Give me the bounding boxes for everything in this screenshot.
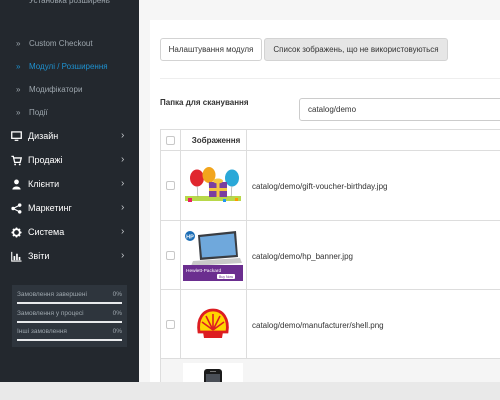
chevron-right-icon: › [121, 178, 125, 189]
image-path: catalog/demo/hp_banner.jpg [252, 252, 353, 261]
sidebar-item-customers[interactable]: Клієнти › [0, 172, 139, 196]
cog-icon [11, 227, 22, 238]
table-header: Зображення [161, 130, 500, 151]
stat-progress-bar [17, 321, 122, 323]
stat-value: 0% [112, 310, 122, 317]
stat-label: Інші замовлення [17, 328, 67, 335]
row-checkbox[interactable] [166, 251, 175, 260]
chevron-right-icon: › [121, 202, 125, 213]
sidebar-subitem-events[interactable]: » Події [0, 101, 139, 124]
sidebar-subitem-modifications[interactable]: » Модифікатори [0, 78, 139, 101]
bottom-scroll-bar [0, 382, 500, 400]
chevron-right-icon: » [16, 39, 21, 48]
content-gutter [139, 0, 150, 382]
chevron-right-icon: » [16, 62, 21, 71]
chevron-right-icon: › [121, 250, 125, 261]
share-icon [11, 203, 22, 214]
user-icon [12, 179, 21, 190]
sidebar-item-label: Клієнти [28, 179, 60, 189]
chevron-right-icon: › [121, 130, 125, 141]
sidebar-item-design[interactable]: Дизайн › [0, 124, 139, 148]
hp-brand-text: Hewlett-Packard [186, 268, 222, 274]
gift-voucher-thumbnail [183, 164, 243, 208]
tab-unused-images[interactable]: Список зображень, що не використовуються [264, 38, 448, 61]
order-stats-panel: Замовлення завершені 0% Замовлення у про… [12, 285, 127, 347]
sidebar-subitem-installer[interactable]: Установка розширень [0, 0, 139, 23]
hp-logo-text: HP [186, 234, 194, 240]
column-header-image: Зображення [191, 136, 241, 145]
sidebar-item-sales[interactable]: Продажі › [0, 148, 139, 172]
sidebar-item-system[interactable]: Система › [0, 220, 139, 244]
unused-images-table: Зображення catalog/demo/gift-voucher-bir [160, 129, 500, 400]
sidebar-item-reports[interactable]: Звіти › [0, 244, 139, 268]
table-row: HP Hewlett-Packard Buy Now catalog/demo/… [161, 221, 500, 290]
table-row: catalog/demo/manufacturer/shell.png [161, 290, 500, 359]
sidebar-item-label: Маркетинг [28, 203, 72, 213]
sidebar-item-label: Дизайн [28, 131, 59, 141]
select-all-checkbox[interactable] [166, 136, 175, 145]
sidebar-subitem-modules[interactable]: » Модулі / Розширення [0, 55, 139, 78]
sidebar-subitem-label: Установка розширень [29, 0, 110, 5]
sidebar-subitem-label: Модифікатори [29, 85, 83, 94]
shell-logo-thumbnail [183, 302, 243, 346]
stat-value: 0% [112, 291, 122, 298]
stat-value: 0% [112, 328, 122, 335]
sidebar: Установка розширень » Custom Checkout » … [0, 0, 139, 382]
sidebar-item-label: Система [28, 227, 65, 237]
scan-folder-input[interactable] [299, 98, 500, 121]
divider [160, 78, 500, 79]
bar-chart-icon [11, 251, 22, 262]
row-checkbox[interactable] [166, 320, 175, 329]
chevron-right-icon: › [121, 226, 125, 237]
stat-label: Замовлення завершені [17, 291, 87, 298]
chevron-right-icon: › [121, 154, 125, 165]
sidebar-item-label: Звіти [28, 251, 50, 261]
sidebar-subitem-custom-checkout[interactable]: » Custom Checkout [0, 32, 139, 55]
sidebar-item-marketing[interactable]: Маркетинг › [0, 196, 139, 220]
table-row: catalog/demo/gift-voucher-birthday.jpg [161, 151, 500, 221]
stat-progress-bar [17, 302, 122, 304]
chevron-right-icon: » [16, 85, 21, 94]
monitor-icon [11, 131, 22, 141]
stat-label: Замовлення у процесі [17, 310, 84, 317]
stat-progress-bar [17, 339, 122, 341]
image-path: catalog/demo/gift-voucher-birthday.jpg [252, 182, 388, 191]
sidebar-subitem-label: Модулі / Розширення [29, 62, 108, 71]
tab-module-settings[interactable]: Налаштування модуля [160, 38, 262, 61]
page-header-strip [150, 0, 500, 20]
cart-icon [11, 155, 22, 166]
chevron-right-icon: » [16, 108, 21, 117]
sidebar-subitem-label: Події [29, 108, 48, 117]
hp-banner-thumbnail: HP Hewlett-Packard Buy Now [183, 229, 243, 281]
hp-buy-button-text: Buy Now [219, 275, 233, 279]
sidebar-subitem-label: Custom Checkout [29, 39, 93, 48]
sidebar-item-label: Продажі [28, 155, 63, 165]
image-path: catalog/demo/manufacturer/shell.png [252, 321, 384, 330]
row-checkbox[interactable] [166, 181, 175, 190]
scan-folder-label: Папка для сканування [160, 98, 249, 107]
